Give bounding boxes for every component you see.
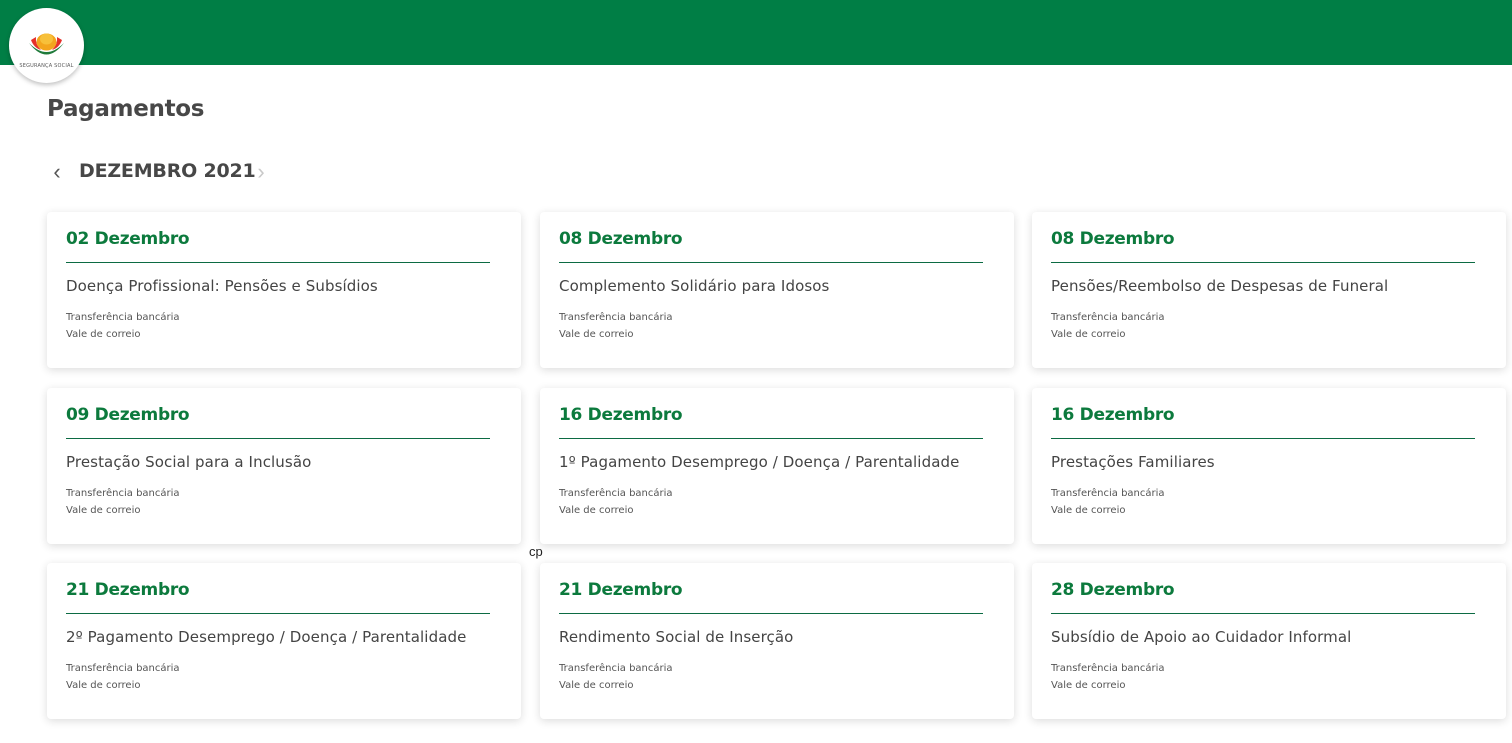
card-title: Pensões/Reembolso de Despesas de Funeral xyxy=(1051,277,1389,295)
payment-method-postal: Vale de correio xyxy=(559,505,634,516)
payment-method-postal: Vale de correio xyxy=(66,329,141,340)
payment-method-transfer: Transferência bancária xyxy=(1051,312,1165,323)
payment-card[interactable]: 16 Dezembro 1º Pagamento Desemprego / Do… xyxy=(540,388,1014,544)
payment-method-transfer: Transferência bancária xyxy=(1051,663,1165,674)
page-title: Pagamentos xyxy=(47,96,205,122)
top-bar xyxy=(0,0,1512,65)
card-divider xyxy=(559,262,983,263)
card-date: 21 Dezembro xyxy=(66,580,190,600)
month-label: DEZEMBRO 2021 xyxy=(79,160,256,182)
payment-method-postal: Vale de correio xyxy=(66,680,141,691)
card-divider xyxy=(559,438,983,439)
card-date: 21 Dezembro xyxy=(559,580,683,600)
payment-method-transfer: Transferência bancária xyxy=(66,312,180,323)
card-title: 2º Pagamento Desemprego / Doença / Paren… xyxy=(66,628,467,646)
payment-method-transfer: Transferência bancária xyxy=(559,663,673,674)
card-date: 08 Dezembro xyxy=(559,229,683,249)
card-divider xyxy=(559,613,983,614)
card-divider xyxy=(66,262,490,263)
payment-card[interactable]: 21 Dezembro 2º Pagamento Desemprego / Do… xyxy=(47,563,521,719)
payment-method-postal: Vale de correio xyxy=(1051,505,1126,516)
card-title: Subsídio de Apoio ao Cuidador Informal xyxy=(1051,628,1352,646)
card-date: 16 Dezembro xyxy=(559,405,683,425)
card-divider xyxy=(66,438,490,439)
card-date: 02 Dezembro xyxy=(66,229,190,249)
payment-method-postal: Vale de correio xyxy=(559,329,634,340)
payment-card[interactable]: 08 Dezembro Complemento Solidário para I… xyxy=(540,212,1014,368)
payment-card[interactable]: 09 Dezembro Prestação Social para a Incl… xyxy=(47,388,521,544)
card-title: Rendimento Social de Inserção xyxy=(559,628,794,646)
card-divider xyxy=(1051,438,1475,439)
card-title: Prestação Social para a Inclusão xyxy=(66,453,312,471)
payment-method-postal: Vale de correio xyxy=(1051,680,1126,691)
logo-text: SEGURANÇA SOCIAL xyxy=(19,63,74,69)
chevron-left-icon[interactable]: ‹ xyxy=(47,158,67,188)
payment-method-transfer: Transferência bancária xyxy=(559,312,673,323)
payment-card[interactable]: 08 Dezembro Pensões/Reembolso de Despesa… xyxy=(1032,212,1506,368)
payment-card[interactable]: 02 Dezembro Doença Profissional: Pensões… xyxy=(47,212,521,368)
stray-text: cp xyxy=(529,544,543,559)
payment-method-transfer: Transferência bancária xyxy=(66,488,180,499)
payment-method-postal: Vale de correio xyxy=(1051,329,1126,340)
chevron-right-icon[interactable]: › xyxy=(251,158,271,188)
card-divider xyxy=(1051,613,1475,614)
payment-method-transfer: Transferência bancária xyxy=(66,663,180,674)
logo-emblem-icon xyxy=(29,33,64,55)
payment-method-postal: Vale de correio xyxy=(559,680,634,691)
card-date: 08 Dezembro xyxy=(1051,229,1175,249)
card-title: Prestações Familiares xyxy=(1051,453,1215,471)
payment-card[interactable]: 16 Dezembro Prestações Familiares Transf… xyxy=(1032,388,1506,544)
payment-method-postal: Vale de correio xyxy=(66,505,141,516)
card-divider xyxy=(66,613,490,614)
card-divider xyxy=(1051,262,1475,263)
card-date: 16 Dezembro xyxy=(1051,405,1175,425)
card-date: 09 Dezembro xyxy=(66,405,190,425)
payment-card[interactable]: 28 Dezembro Subsídio de Apoio ao Cuidado… xyxy=(1032,563,1506,719)
card-title: Doença Profissional: Pensões e Subsídios xyxy=(66,277,378,295)
card-title: 1º Pagamento Desemprego / Doença / Paren… xyxy=(559,453,960,471)
payment-card[interactable]: 21 Dezembro Rendimento Social de Inserçã… xyxy=(540,563,1014,719)
card-date: 28 Dezembro xyxy=(1051,580,1175,600)
payment-method-transfer: Transferência bancária xyxy=(559,488,673,499)
seguranca-social-logo[interactable]: SEGURANÇA SOCIAL xyxy=(9,8,84,83)
card-title: Complemento Solidário para Idosos xyxy=(559,277,830,295)
payment-method-transfer: Transferência bancária xyxy=(1051,488,1165,499)
